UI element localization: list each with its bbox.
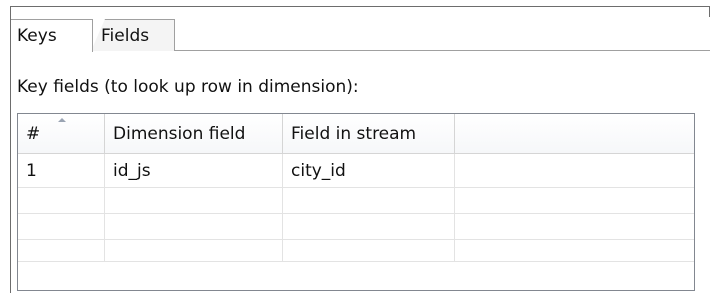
row-number-cell[interactable] xyxy=(18,188,105,213)
table-row[interactable] xyxy=(18,240,694,262)
dimension-field-cell[interactable]: id_js xyxy=(105,154,283,187)
key-fields-table[interactable]: # Dimension field Field in stream 1 id_j… xyxy=(17,113,695,291)
field-in-stream-cell[interactable] xyxy=(283,188,455,213)
column-header-field-in-stream-label: Field in stream xyxy=(291,123,417,144)
keys-tab-panel: Key fields (to look up row in dimension)… xyxy=(11,51,710,294)
column-header-filler xyxy=(455,114,694,153)
key-fields-label: Key fields (to look up row in dimension)… xyxy=(17,77,359,97)
dimension-field-cell[interactable] xyxy=(105,188,283,213)
table-row[interactable] xyxy=(18,188,694,214)
sort-ascending-icon xyxy=(58,118,66,122)
table-header: # Dimension field Field in stream xyxy=(18,114,694,154)
column-header-field-in-stream[interactable]: Field in stream xyxy=(283,114,455,153)
table-row[interactable] xyxy=(18,214,694,240)
filler-cell xyxy=(455,240,694,261)
dimension-field-cell[interactable] xyxy=(105,214,283,239)
column-header-dimension-field-label: Dimension field xyxy=(113,123,246,144)
row-number-cell[interactable] xyxy=(18,240,105,261)
field-in-stream-cell[interactable] xyxy=(283,240,455,261)
column-header-dimension-field[interactable]: Dimension field xyxy=(105,114,283,153)
tab-keys[interactable]: Keys xyxy=(11,19,93,52)
filler-cell xyxy=(455,188,694,213)
table-body: 1 id_js city_id xyxy=(18,154,694,262)
field-in-stream-cell[interactable] xyxy=(283,214,455,239)
filler-cell xyxy=(455,214,694,239)
row-number-cell[interactable]: 1 xyxy=(18,154,105,187)
dimension-field-cell[interactable] xyxy=(105,240,283,261)
filler-cell xyxy=(455,154,694,187)
dialog-panel: Keys Fields Key fields (to look up row i… xyxy=(10,6,710,294)
column-header-number[interactable]: # xyxy=(18,114,105,153)
tab-fields-label: Fields xyxy=(101,25,150,46)
tab-fields[interactable]: Fields xyxy=(91,19,175,51)
row-number-cell[interactable] xyxy=(18,214,105,239)
table-row[interactable]: 1 id_js city_id xyxy=(18,154,694,188)
field-in-stream-cell[interactable]: city_id xyxy=(283,154,455,187)
tab-keys-label: Keys xyxy=(17,26,57,46)
column-header-number-label: # xyxy=(26,123,41,144)
